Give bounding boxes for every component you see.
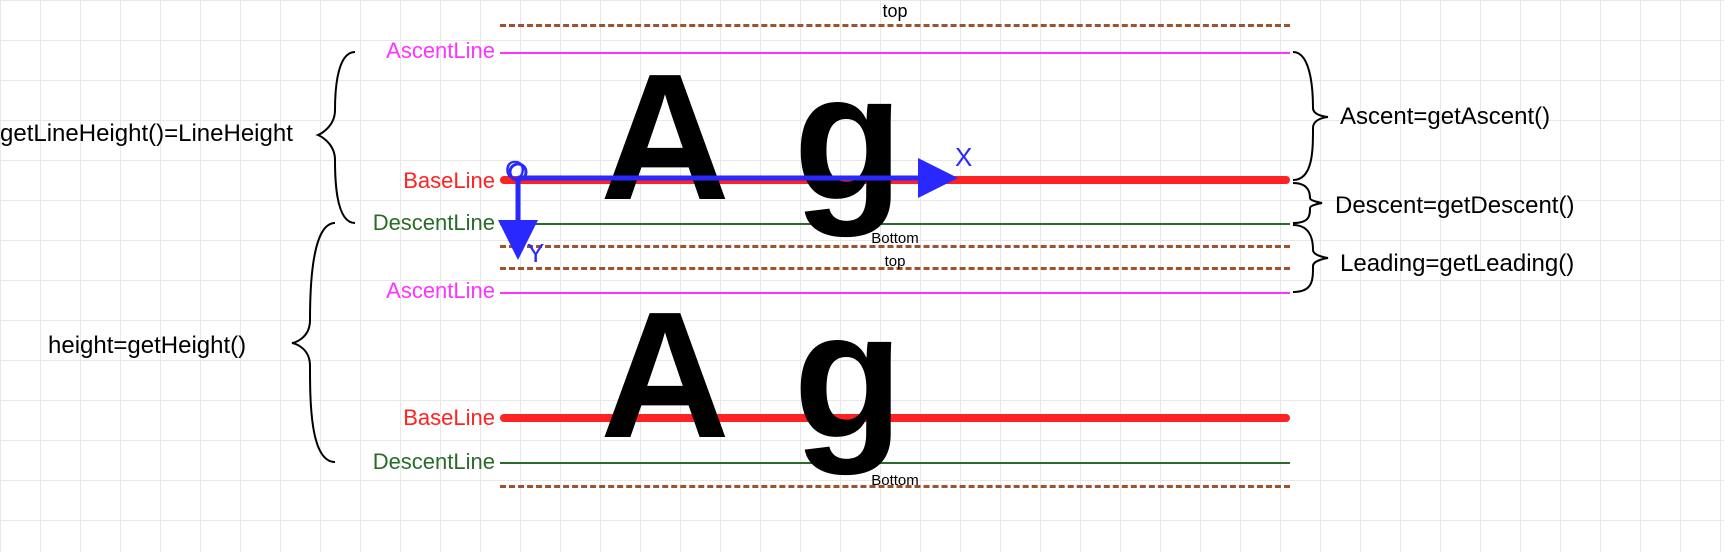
descent-text: Descent=getDescent() [1335, 192, 1574, 220]
leading-text: Leading=getLeading() [1340, 250, 1574, 278]
brace-leading [1293, 225, 1328, 292]
ascent-text: Ascent=getAscent() [1340, 103, 1550, 131]
diagram-layer: top AscentLine BaseLine DescentLine Bott… [0, 0, 1724, 552]
brace-ascent [1293, 52, 1328, 180]
brace-descent [1293, 183, 1322, 223]
